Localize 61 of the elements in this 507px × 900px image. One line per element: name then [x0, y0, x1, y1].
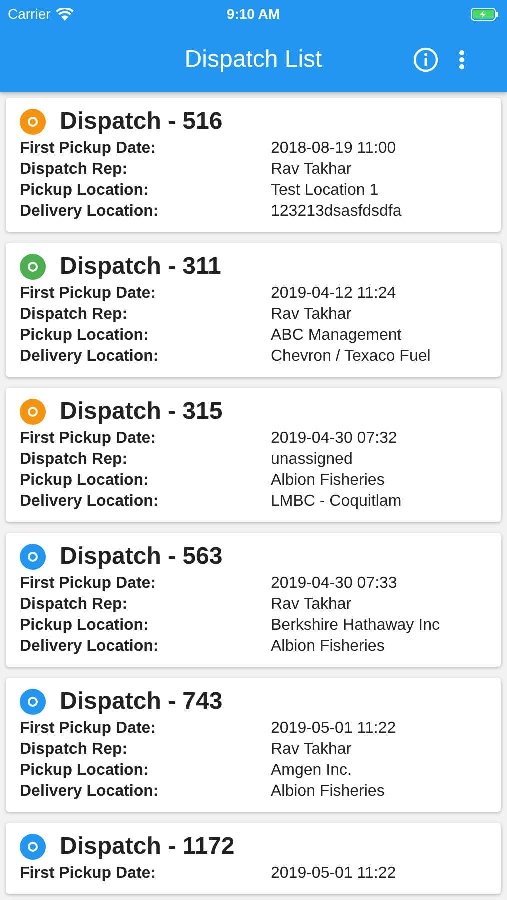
field-label: First Pickup Date:: [20, 284, 158, 304]
field-value: Rav Takhar: [271, 305, 353, 325]
field-value: 2019-04-12 11:24: [271, 284, 398, 304]
field-value: LMBC - Coquitlam: [271, 492, 403, 512]
field-label: First Pickup Date:: [20, 719, 158, 739]
field-value: Albion Fisheries: [271, 782, 386, 802]
field-value: Amgen Inc.: [271, 761, 353, 781]
field-label: Dispatch Rep:: [20, 450, 129, 470]
field-label: Dispatch Rep:: [20, 740, 129, 760]
field-label: First Pickup Date:: [20, 574, 158, 594]
field-label: Pickup Location:: [20, 616, 150, 636]
field-value: unassigned: [271, 450, 354, 470]
battery-icon: [471, 8, 499, 20]
field-value: 123213dsasfdsdfa: [271, 202, 403, 222]
dispatch-title: Dispatch - 516: [60, 108, 223, 136]
field-value: 2019-04-30 07:32: [271, 429, 398, 449]
field-value: 2019-05-01 11:22: [271, 864, 398, 884]
clock-time: 9:10 AM: [226, 6, 280, 22]
field-label: Delivery Location:: [20, 347, 160, 367]
field-label: First Pickup Date:: [20, 429, 158, 449]
dispatch-title: Dispatch - 563: [60, 543, 223, 571]
field-label: First Pickup Date:: [20, 864, 158, 884]
field-label: First Pickup Date:: [20, 139, 158, 159]
field-value: 2019-04-30 07:33: [271, 574, 398, 594]
dispatch-title: Dispatch - 315: [60, 398, 223, 426]
field-value: Rav Takhar: [271, 740, 353, 760]
field-label: Pickup Location:: [20, 326, 150, 346]
field-value: Albion Fisheries: [271, 637, 386, 657]
field-label: Delivery Location:: [20, 637, 160, 657]
field-value: ABC Management: [271, 326, 403, 346]
field-value: Albion Fisheries: [271, 471, 386, 491]
carrier-label: Carrier: [8, 6, 51, 22]
dispatch-card[interactable]: Dispatch - 311 First Pickup Date: 2019-04-12 11:24 Dispatch Rep: Rav Takhar Pickup Location: ABC Management Delivery Location: Chevron / Texaco Fuel: [6, 243, 501, 377]
dispatch-card[interactable]: Dispatch - 743 First Pickup Date: 2019-05-01 11:22 Dispatch Rep: Rav Takhar Pickup Location: Amgen Inc. Delivery Location: Albion Fisheries: [6, 678, 501, 812]
dispatch-title: Dispatch - 743: [60, 688, 223, 716]
field-value: Test Location 1: [271, 181, 380, 201]
screen-title: Dispatch List: [184, 46, 322, 74]
field-label: Delivery Location:: [20, 202, 160, 222]
more-menu-icon[interactable]: [459, 50, 465, 70]
dispatch-card[interactable]: Dispatch - 563 First Pickup Date: 2019-04-30 07:33 Dispatch Rep: Rav Takhar Pickup Location: Berkshire Hathaway Inc Delivery Location: Albion Fisheries: [6, 533, 501, 667]
field-value: 2018-08-19 11:00: [271, 139, 398, 159]
field-label: Dispatch Rep:: [20, 160, 129, 180]
field-value: Rav Takhar: [271, 595, 353, 615]
field-value: Chevron / Texaco Fuel: [271, 347, 432, 367]
field-label: Dispatch Rep:: [20, 595, 129, 615]
field-value: 2019-05-01 11:22: [271, 719, 398, 739]
field-label: Pickup Location:: [20, 181, 150, 201]
field-label: Delivery Location:: [20, 782, 160, 802]
field-label: Pickup Location:: [20, 761, 150, 781]
info-icon[interactable]: [413, 47, 439, 73]
field-value: Berkshire Hathaway Inc: [271, 616, 441, 636]
wifi-icon: [56, 8, 74, 20]
field-label: Delivery Location:: [20, 492, 160, 512]
dispatch-card[interactable]: Dispatch - 516 First Pickup Date: 2018-08-19 11:00 Dispatch Rep: Rav Takhar Pickup Location: Test Location 1 Delivery Location: 123213dsasfdsdfa: [6, 98, 501, 232]
dispatch-title: Dispatch - 311: [60, 253, 222, 281]
field-label: Dispatch Rep:: [20, 305, 129, 325]
dispatch-title: Dispatch - 1172: [60, 833, 235, 861]
dispatch-card[interactable]: Dispatch - 1172 First Pickup Date: 2019-05-01 11:22: [6, 823, 501, 894]
field-value: Rav Takhar: [271, 160, 353, 180]
field-label: Pickup Location:: [20, 471, 150, 491]
dispatch-card[interactable]: Dispatch - 315 First Pickup Date: 2019-04-30 07:32 Dispatch Rep: unassigned Pickup Location: Albion Fisheries Delivery Location: LMBC - Coquitlam: [6, 388, 501, 522]
